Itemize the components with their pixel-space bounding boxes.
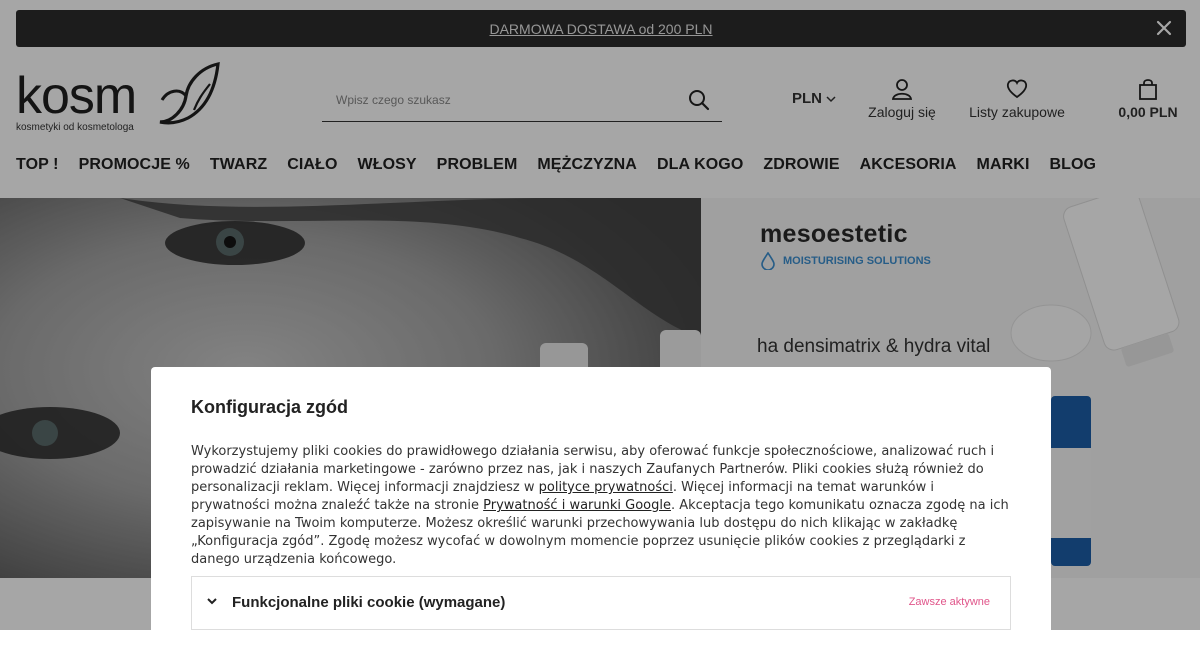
cookie-consent-modal: Konfiguracja zgód Wykorzystujemy pliki c…	[151, 367, 1051, 647]
privacy-policy-link[interactable]: polityce prywatności	[539, 480, 673, 495]
chevron-down-icon	[207, 598, 217, 605]
modal-title: Konfiguracja zgód	[191, 397, 348, 417]
functional-cookies-section[interactable]: Funkcjonalne pliki cookie (wymagane) Zaw…	[191, 576, 1011, 630]
section-status: Zawsze aktywne	[908, 596, 990, 608]
modal-body-text: Wykorzystujemy pliki cookies do prawidło…	[191, 443, 1011, 569]
section-title: Funkcjonalne pliki cookie (wymagane)	[232, 594, 506, 611]
google-privacy-link[interactable]: Prywatność i warunki Google	[483, 498, 671, 513]
